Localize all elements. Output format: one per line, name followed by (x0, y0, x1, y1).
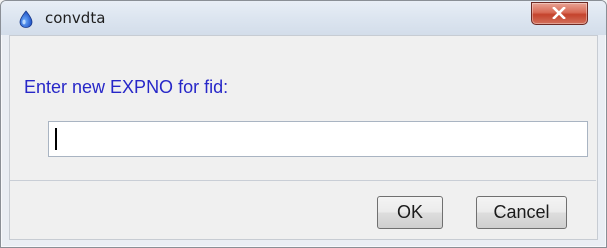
title-bar[interactable]: convdta (1, 1, 606, 35)
close-button[interactable] (531, 2, 588, 25)
button-separator (9, 180, 596, 181)
prompt-label: Enter new EXPNO for fid: (24, 77, 229, 97)
cancel-button[interactable]: Cancel (476, 196, 567, 229)
topspin-drop-icon (17, 10, 35, 28)
expno-input[interactable] (48, 121, 588, 157)
ok-button[interactable]: OK (377, 196, 443, 229)
text-caret (55, 128, 57, 150)
close-x-icon (552, 7, 566, 19)
window-title: convdta (45, 9, 106, 27)
